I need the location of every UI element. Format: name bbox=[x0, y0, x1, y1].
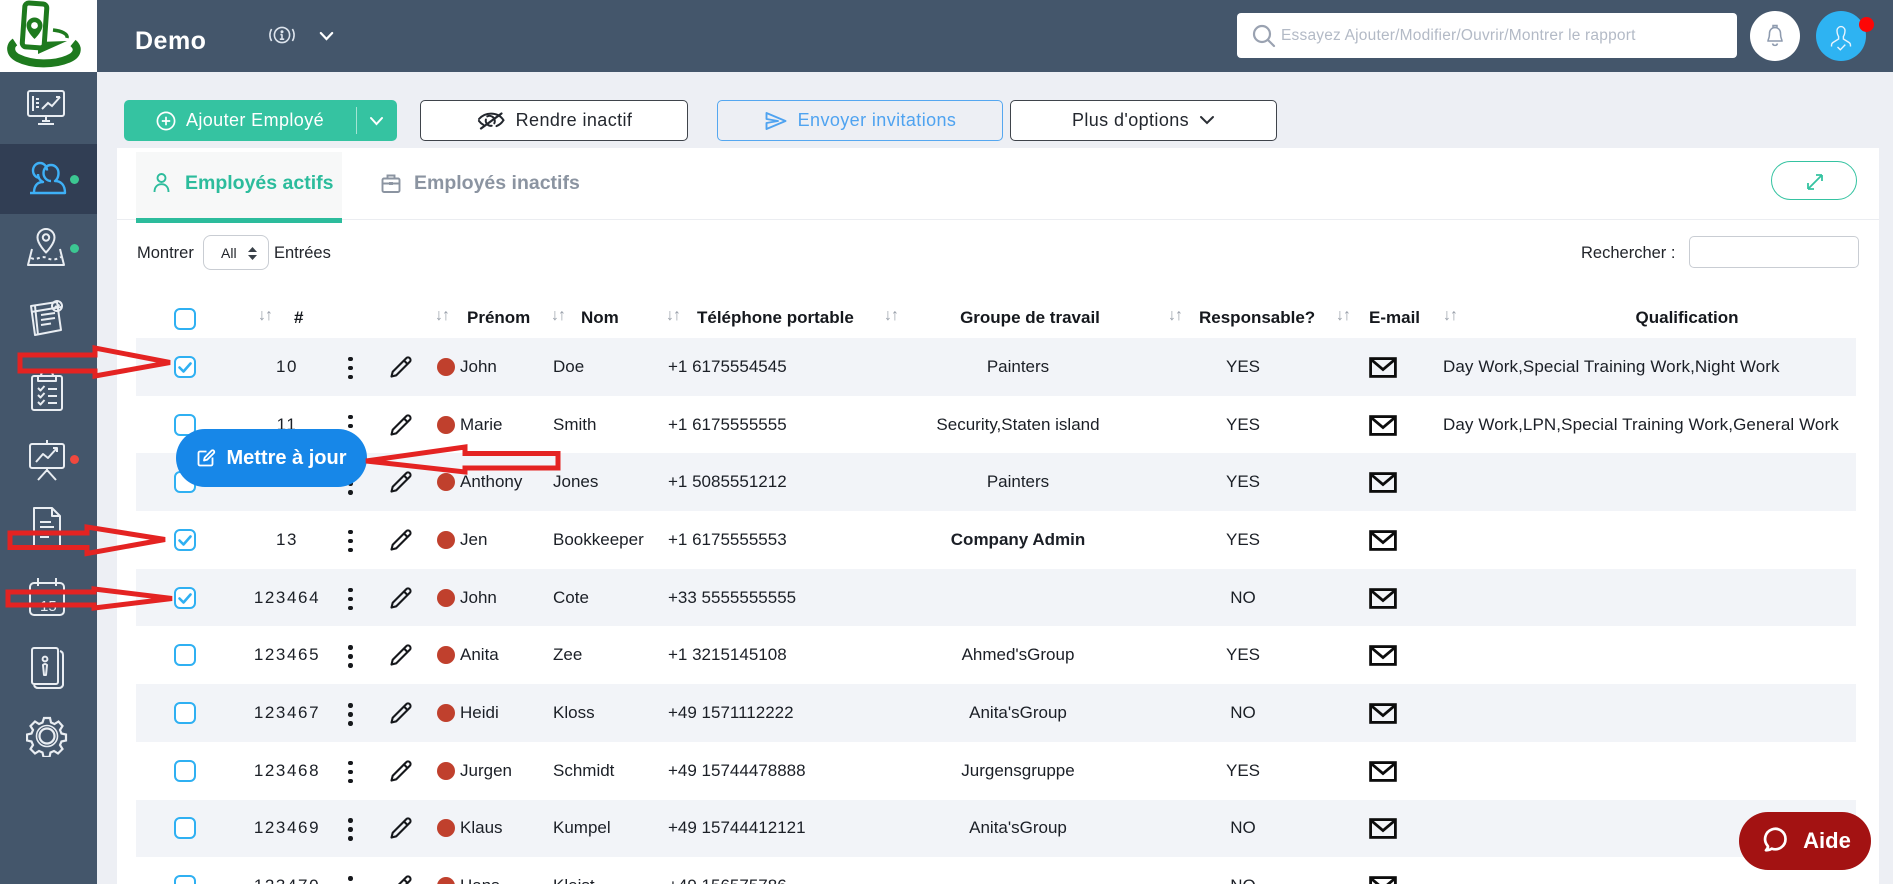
svg-text:15: 15 bbox=[40, 598, 57, 615]
